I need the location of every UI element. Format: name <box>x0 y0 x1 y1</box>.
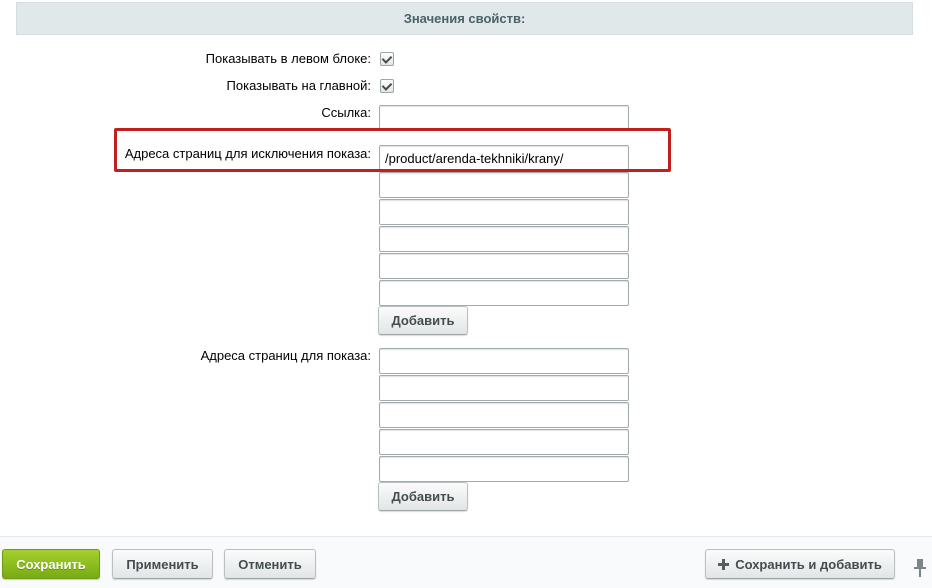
show-page-input[interactable] <box>379 456 629 482</box>
exclude-pages-label: Адреса страниц для исключения показа: <box>124 146 371 161</box>
exclude-page-input[interactable] <box>379 172 629 198</box>
show-page-input[interactable] <box>379 375 629 401</box>
save-and-add-label: Сохранить и добавить <box>735 556 882 572</box>
pin-icon[interactable] <box>913 558 927 578</box>
show-left-label: Показывать в левом блоке: <box>205 51 371 66</box>
link-input[interactable] <box>379 105 629 131</box>
save-button[interactable]: Сохранить <box>2 549 100 579</box>
exclude-add-button[interactable]: Добавить <box>378 306 468 335</box>
show-add-button[interactable]: Добавить <box>378 482 468 511</box>
exclude-page-input[interactable] <box>379 253 629 279</box>
save-and-add-button[interactable]: Сохранить и добавить <box>705 549 895 579</box>
exclude-page-input[interactable] <box>379 145 629 171</box>
section-header: Значения свойств: <box>16 2 913 35</box>
cancel-button[interactable]: Отменить <box>224 549 316 579</box>
show-page-input[interactable] <box>379 348 629 374</box>
exclude-page-input[interactable] <box>379 280 629 306</box>
plus-icon <box>718 558 730 570</box>
show-page-input[interactable] <box>379 402 629 428</box>
exclude-page-input[interactable] <box>379 199 629 225</box>
apply-button[interactable]: Применить <box>112 549 213 579</box>
link-label: Ссылка: <box>321 105 371 120</box>
show-left-checkbox[interactable] <box>380 52 394 66</box>
show-page-input[interactable] <box>379 429 629 455</box>
show-main-label: Показывать на главной: <box>226 78 371 93</box>
exclude-page-input[interactable] <box>379 226 629 252</box>
show-main-checkbox[interactable] <box>380 79 394 93</box>
show-pages-label: Адреса страниц для показа: <box>200 348 371 363</box>
